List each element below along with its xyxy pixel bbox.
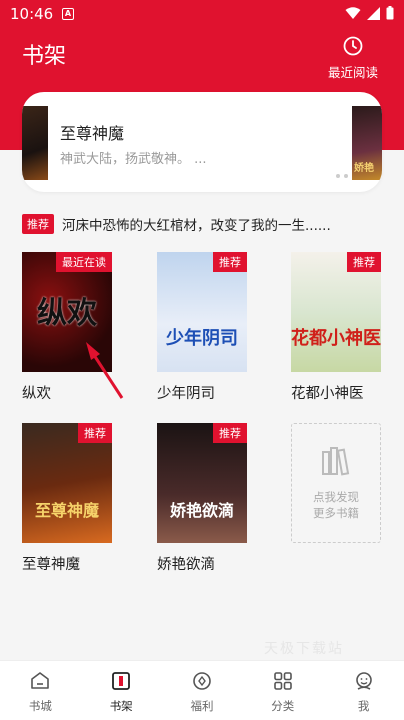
- book-cover-title: 娇艳欲滴: [169, 501, 234, 520]
- recommend-notice[interactable]: 推荐 河床中恐怖的大红棺材，改变了我的一生......: [22, 214, 331, 234]
- book-cover[interactable]: 最近在读 纵欢: [22, 252, 112, 372]
- tab-bookshelf[interactable]: 书架: [81, 661, 162, 720]
- book-item[interactable]: 推荐 花都小神医 花都小神医: [291, 252, 381, 403]
- book-item[interactable]: 推荐 少年阴司 少年阴司: [157, 252, 247, 403]
- book-cover[interactable]: 推荐 花都小神医: [291, 252, 381, 372]
- banner-right-cover-text: 娇艳: [354, 163, 374, 174]
- book-badge: 推荐: [78, 423, 112, 443]
- tab-me[interactable]: 我: [323, 661, 404, 720]
- tab-label: 分类: [271, 699, 295, 713]
- diamond-icon: [193, 672, 211, 690]
- page-title: 书架: [22, 44, 67, 69]
- recent-reading-label: 最近阅读: [327, 65, 378, 80]
- book-item[interactable]: 最近在读 纵欢 纵欢: [22, 252, 112, 403]
- bottom-tab-bar: 书城 书架 福利 分类 我: [0, 660, 404, 720]
- tab-label: 我: [357, 699, 370, 713]
- tab-bookstore[interactable]: 书城: [0, 661, 81, 720]
- tab-label: 书架: [109, 699, 133, 713]
- book-badge: 推荐: [213, 423, 247, 443]
- book-badge: 推荐: [213, 252, 247, 272]
- book-cover[interactable]: 推荐 至尊神魔: [22, 423, 112, 543]
- book-name: 娇艳欲滴: [157, 557, 215, 573]
- banner-indicator: [336, 174, 348, 178]
- status-bar: 10:46 A: [0, 0, 404, 30]
- book-item[interactable]: 推荐 娇艳欲滴 娇艳欲滴: [157, 423, 247, 574]
- book-name: 花都小神医: [291, 386, 364, 402]
- grid-icon: [273, 672, 292, 690]
- book-name: 少年阴司: [157, 386, 215, 402]
- tab-label: 福利: [190, 699, 214, 713]
- banner-description: 神武大陆，扬武敬神。 ...: [60, 152, 207, 167]
- book-name: 纵欢: [22, 386, 51, 402]
- clock-icon: [343, 36, 363, 56]
- system-icons: [345, 6, 394, 20]
- books-icon: [322, 447, 350, 476]
- book-cover-title: 少年阴司: [166, 328, 238, 349]
- tab-category[interactable]: 分类: [242, 661, 323, 720]
- book-cover-title: 花都小神医: [291, 328, 381, 349]
- tab-welfare[interactable]: 福利: [162, 661, 243, 720]
- recommend-tag: 推荐: [22, 214, 54, 234]
- book-badge: 最近在读: [56, 252, 112, 272]
- profile-icon: [355, 672, 372, 690]
- banner-cover-left[interactable]: [22, 106, 48, 180]
- notification-a-icon: A: [62, 8, 74, 20]
- discover-line1: 点我发现: [313, 490, 359, 504]
- banner-cover-right[interactable]: 娇艳: [352, 106, 382, 180]
- status-time: 10:46: [10, 5, 54, 23]
- book-cover[interactable]: 推荐 少年阴司: [157, 252, 247, 372]
- recent-reading-button[interactable]: 最近阅读: [324, 36, 382, 81]
- book-name: 至尊神魔: [22, 557, 80, 573]
- discover-line2: 更多书籍: [313, 506, 359, 520]
- book-cover-title: 纵欢: [37, 296, 97, 331]
- wifi-icon: [345, 6, 361, 19]
- bookshelf-icon: [112, 672, 131, 690]
- book-cover[interactable]: 推荐 娇艳欲滴: [157, 423, 247, 543]
- tab-label: 书城: [28, 699, 52, 713]
- book-badge: 推荐: [347, 252, 381, 272]
- discover-more-button[interactable]: 点我发现 更多书籍: [291, 423, 381, 543]
- battery-icon: [386, 6, 394, 20]
- banner-book-title: 至尊神魔: [60, 124, 125, 143]
- signal-icon: [367, 6, 380, 20]
- watermark: 天极下载站: [264, 641, 344, 657]
- home-icon: [31, 672, 50, 689]
- book-cover-title: 至尊神魔: [34, 501, 99, 520]
- recommend-text: 河床中恐怖的大红棺材，改变了我的一生......: [62, 218, 331, 234]
- book-item[interactable]: 推荐 至尊神魔 至尊神魔: [22, 423, 112, 574]
- featured-banner[interactable]: 至尊神魔 神武大陆，扬武敬神。 ... 娇艳: [22, 92, 382, 192]
